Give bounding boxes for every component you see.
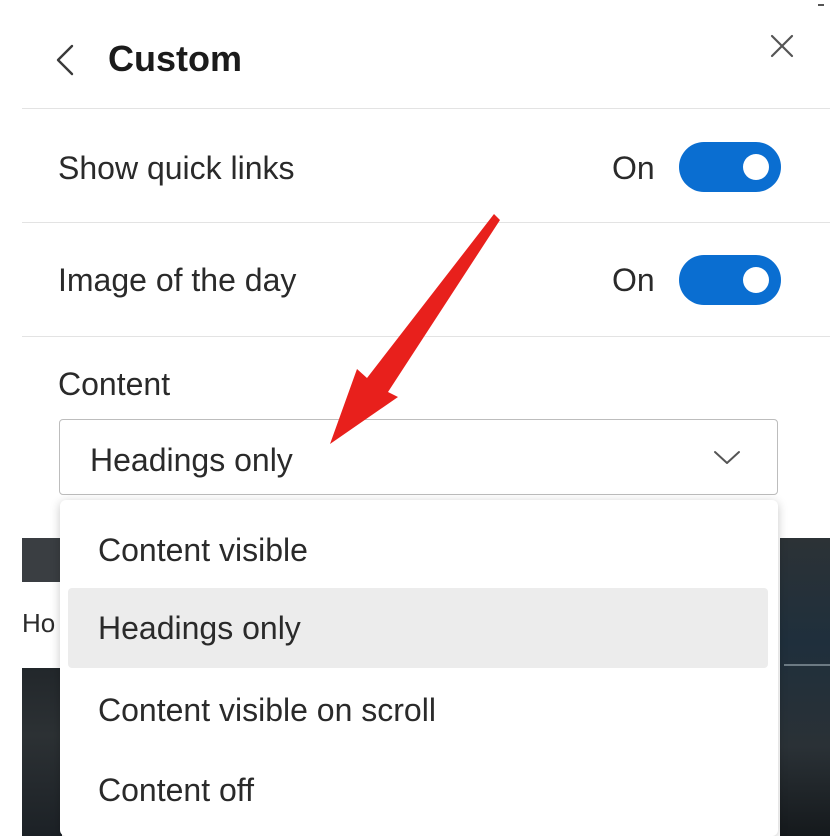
divider xyxy=(22,108,830,109)
option-content-off[interactable]: Content off xyxy=(68,750,768,830)
option-content-visible-on-scroll[interactable]: Content visible on scroll xyxy=(68,670,768,750)
toggle-knob xyxy=(743,154,769,180)
background-partial-text: Ho xyxy=(22,608,56,638)
divider xyxy=(22,222,830,223)
quick-links-toggle[interactable] xyxy=(679,142,781,192)
image-of-day-label: Image of the day xyxy=(58,262,297,298)
option-content-visible[interactable]: Content visible xyxy=(68,510,768,590)
image-of-day-state: On xyxy=(612,262,655,298)
panel-title: Custom xyxy=(108,38,242,79)
content-select[interactable]: Headings only xyxy=(59,419,778,495)
toggle-knob xyxy=(743,267,769,293)
background-image-right xyxy=(780,538,830,836)
background-divider xyxy=(784,664,830,666)
content-dropdown-menu: Content visible Headings only Content vi… xyxy=(60,500,778,836)
image-of-day-toggle[interactable] xyxy=(679,255,781,305)
option-headings-only[interactable]: Headings only xyxy=(68,588,768,668)
close-icon[interactable] xyxy=(768,32,796,60)
chevron-down-icon xyxy=(711,448,743,468)
edge-mark xyxy=(818,4,824,6)
settings-panel: Ho Custom Show quick links On Image of t… xyxy=(0,0,830,836)
background-image-band xyxy=(22,538,62,582)
back-chevron-icon[interactable] xyxy=(52,42,78,78)
content-select-value: Headings only xyxy=(90,442,293,478)
quick-links-state: On xyxy=(612,150,655,186)
quick-links-label: Show quick links xyxy=(58,150,295,186)
background-image-left xyxy=(22,668,62,836)
content-label: Content xyxy=(58,366,171,402)
divider xyxy=(22,336,830,337)
